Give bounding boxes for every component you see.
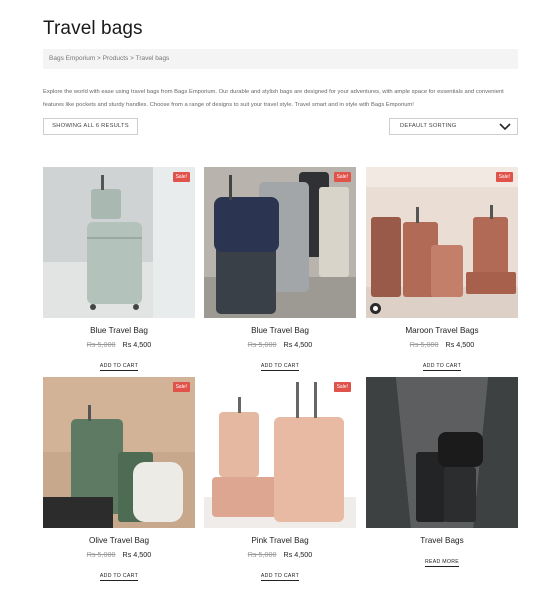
add-to-cart-button[interactable]: ADD TO CART — [43, 564, 195, 582]
sale-price: Rs 4,500 — [122, 340, 152, 349]
product-price: Rs 5,000 Rs 4,500 — [43, 550, 195, 559]
product-image[interactable]: Sale! — [43, 377, 195, 528]
sale-badge: Sale! — [495, 172, 513, 182]
sale-price: Rs 4,500 — [445, 340, 475, 349]
chevron-down-icon — [499, 123, 511, 131]
category-description: Explore the world with ease using travel… — [43, 89, 504, 108]
product-name[interactable]: Blue Travel Bag — [43, 326, 195, 335]
sale-badge: Sale! — [333, 382, 351, 392]
original-price: Rs 5,000 — [86, 550, 116, 559]
sort-select-label: DEFAULT SORTING — [400, 123, 457, 129]
product-card[interactable]: Sale! Olive Travel Bag Rs 5,000 Rs 4,500… — [43, 377, 195, 582]
product-image[interactable] — [366, 377, 518, 528]
results-count: SHOWING ALL 6 RESULTS — [43, 118, 138, 135]
sale-price: Rs 4,500 — [283, 550, 313, 559]
read-more-button[interactable]: READ MORE — [366, 550, 518, 568]
page-title: Travel bags — [43, 18, 143, 39]
product-card[interactable]: Sale! Maroon Travel Bags Rs 5,000 Rs 4,5… — [366, 167, 518, 372]
breadcrumb-text[interactable]: Bags Emporium > Products > Travel bags — [49, 55, 169, 62]
product-card[interactable]: Travel Bags READ MORE — [366, 377, 518, 568]
product-image[interactable]: Sale! — [43, 167, 195, 318]
product-price: Rs 5,000 Rs 4,500 — [204, 550, 356, 559]
product-card[interactable]: Sale! Blue Travel Bag Rs 5,000 Rs 4,500 … — [43, 167, 195, 372]
product-price: Rs 5,000 Rs 4,500 — [204, 340, 356, 349]
product-image[interactable]: Sale! — [366, 167, 518, 318]
sale-badge: Sale! — [333, 172, 351, 182]
product-card[interactable]: Sale! Blue Travel Bag Rs 5,000 Rs 4,500 … — [204, 167, 356, 372]
sort-select[interactable]: DEFAULT SORTING — [389, 118, 518, 135]
product-name[interactable]: Olive Travel Bag — [43, 536, 195, 545]
sale-price: Rs 4,500 — [283, 340, 313, 349]
original-price: Rs 5,000 — [86, 340, 116, 349]
breadcrumb: Bags Emporium > Products > Travel bags — [43, 49, 518, 69]
product-price: Rs 5,000 Rs 4,500 — [366, 340, 518, 349]
add-to-cart-button[interactable]: ADD TO CART — [366, 354, 518, 372]
add-to-cart-button[interactable]: ADD TO CART — [43, 354, 195, 372]
original-price: Rs 5,000 — [247, 340, 277, 349]
product-image[interactable]: Sale! — [204, 377, 356, 528]
product-card[interactable]: Sale! Pink Travel Bag Rs 5,000 Rs 4,500 … — [204, 377, 356, 582]
original-price: Rs 5,000 — [409, 340, 439, 349]
quick-view-icon[interactable] — [370, 303, 381, 314]
sale-badge: Sale! — [172, 382, 190, 392]
add-to-cart-button[interactable]: ADD TO CART — [204, 564, 356, 582]
product-name[interactable]: Maroon Travel Bags — [366, 326, 518, 335]
original-price: Rs 5,000 — [247, 550, 277, 559]
product-name[interactable]: Blue Travel Bag — [204, 326, 356, 335]
product-image[interactable]: Sale! — [204, 167, 356, 318]
sale-badge: Sale! — [172, 172, 190, 182]
add-to-cart-button[interactable]: ADD TO CART — [204, 354, 356, 372]
product-name[interactable]: Pink Travel Bag — [204, 536, 356, 545]
sale-price: Rs 4,500 — [122, 550, 152, 559]
product-price: Rs 5,000 Rs 4,500 — [43, 340, 195, 349]
product-name[interactable]: Travel Bags — [366, 536, 518, 545]
